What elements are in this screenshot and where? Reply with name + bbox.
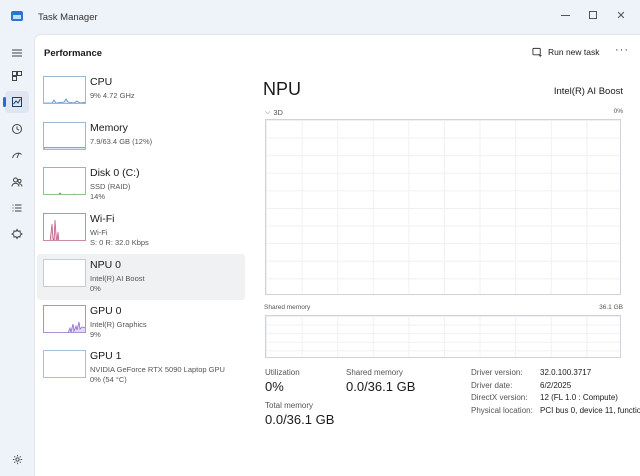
resource-name: GPU 0: [90, 305, 122, 317]
resource-wifi[interactable]: Wi-Fi Wi-Fi S: 0 R: 32.0 Kbps: [37, 208, 245, 254]
resource-name: NPU 0: [90, 259, 121, 271]
total-memory-label: Total memory: [265, 401, 314, 410]
cpu-thumbnail-graph: [43, 76, 86, 104]
wifi-thumbnail-graph: [43, 213, 86, 241]
resource-disk[interactable]: Disk 0 (C:) SSD (RAID) 14%: [37, 162, 245, 208]
hamburger-menu-icon: [12, 49, 22, 57]
app-history-icon: [12, 124, 22, 134]
startup-apps-icon: [12, 152, 22, 159]
resource-name: CPU: [90, 76, 113, 88]
engine-selector[interactable]: ⌵ 3D: [265, 108, 283, 117]
resource-detail: Intel(R) AI Boost: [90, 274, 145, 283]
resource-npu[interactable]: NPU 0 Intel(R) AI Boost 0%: [37, 254, 245, 300]
driver-version-value: 32.0.100.3717: [540, 368, 592, 377]
directx-version-value: 12 (FL 1.0 : Compute): [540, 393, 618, 402]
maximize-icon: [589, 11, 597, 19]
minimize-icon: [560, 14, 570, 16]
resource-name: Wi-Fi: [90, 213, 115, 225]
shared-memory-value: 0.0/36.1 GB: [346, 379, 416, 394]
panel-header: Performance Run new task ···: [35, 35, 640, 69]
utilization-value: 0%: [265, 379, 284, 394]
more-options-button[interactable]: ···: [615, 44, 629, 56]
minimize-button[interactable]: [550, 3, 580, 27]
physical-location-value: PCI bus 0, device 11, function 0: [540, 406, 640, 415]
resource-name: GPU 1: [90, 350, 122, 362]
nav-performance[interactable]: [3, 91, 29, 113]
resource-cpu[interactable]: CPU 9% 4.72 GHz: [37, 71, 245, 117]
graph-max-label: 0%: [613, 108, 623, 115]
utilization-label: Utilization: [265, 368, 300, 377]
shared-memory-label: Shared memory: [346, 368, 403, 377]
resource-gpu-1[interactable]: GPU 1 NVIDIA GeForce RTX 5090 Laptop GPU…: [37, 345, 245, 391]
resource-detail: 7.9/63.4 GB (12%): [90, 137, 153, 146]
nav-settings[interactable]: [5, 449, 29, 469]
resource-usage: 0% (54 °C): [90, 375, 127, 384]
details-icon: [12, 204, 22, 212]
performance-icon: [12, 97, 22, 107]
memory-thumbnail-graph: [43, 122, 86, 150]
total-memory-value: 0.0/36.1 GB: [265, 412, 335, 427]
directx-version-key: DirectX version:: [471, 393, 528, 402]
detail-model: Intel(R) AI Boost: [553, 86, 623, 97]
processes-icon: [12, 71, 22, 81]
driver-date-value: 6/2/2025: [540, 381, 572, 390]
resource-list: CPU 9% 4.72 GHz Memory 7.9/63.4 GB (12%)…: [35, 71, 247, 384]
detail-title: NPU: [263, 79, 302, 99]
resource-gpu-0[interactable]: GPU 0 Intel(R) Graphics 9%: [37, 300, 245, 346]
page-title: Performance: [44, 48, 103, 59]
resource-name: Disk 0 (C:): [90, 167, 140, 179]
close-icon: ✕: [616, 9, 626, 22]
npu-thumbnail-graph: [43, 259, 86, 287]
navigation-rail: [0, 34, 34, 476]
task-manager-icon: [11, 11, 23, 21]
window-title: Task Manager: [38, 12, 98, 23]
resource-memory[interactable]: Memory 7.9/63.4 GB (12%): [37, 117, 245, 163]
resource-detail: 9% 4.72 GHz: [90, 91, 135, 100]
resource-name: Memory: [90, 122, 128, 134]
disk-thumbnail-graph: [43, 167, 86, 195]
shared-memory-graph: [265, 315, 621, 358]
close-button[interactable]: ✕: [606, 3, 636, 27]
resource-usage: 14%: [90, 192, 106, 201]
resource-usage: 9%: [90, 330, 101, 339]
driver-version-key: Driver version:: [471, 368, 523, 377]
maximize-button[interactable]: [578, 3, 608, 27]
services-icon: [11, 228, 23, 240]
utilization-graph: [265, 119, 621, 295]
gear-icon: [12, 454, 22, 464]
performance-panel: Performance Run new task ··· CPU 9% 4.72…: [34, 34, 640, 476]
shared-memory-graph-max: 36.1 GB: [599, 304, 623, 311]
gpu1-thumbnail-graph: [43, 350, 86, 378]
resource-detail: SSD (RAID): [90, 182, 131, 191]
resource-detail: Wi-Fi: [90, 228, 108, 237]
gpu0-thumbnail-graph: [43, 305, 86, 333]
users-icon: [11, 177, 23, 187]
engine-label: 3D: [273, 108, 283, 117]
npu-detail-pane: NPU Intel(R) AI Boost ⌵ 3D 0% Shared mem…: [261, 71, 640, 471]
nav-details[interactable]: [5, 197, 29, 219]
hamburger-menu-button[interactable]: [5, 42, 29, 64]
run-new-task-label: Run new task: [548, 47, 600, 57]
driver-date-key: Driver date:: [471, 381, 513, 390]
chevron-down-icon: ⌵: [265, 108, 271, 116]
run-new-task-button[interactable]: Run new task: [532, 45, 600, 59]
resource-detail: Intel(R) Graphics: [90, 320, 147, 329]
nav-app-history[interactable]: [5, 118, 29, 140]
resource-usage: S: 0 R: 32.0 Kbps: [90, 238, 149, 247]
resource-detail: NVIDIA GeForce RTX 5090 Laptop GPU: [90, 365, 225, 374]
nav-services[interactable]: [5, 223, 29, 245]
shared-memory-graph-label: Shared memory: [264, 304, 311, 311]
resource-usage: 0%: [90, 284, 101, 293]
nav-users[interactable]: [5, 171, 29, 193]
title-bar: Task Manager ✕: [0, 0, 640, 34]
physical-location-key: Physical location:: [471, 406, 533, 415]
nav-startup-apps[interactable]: [5, 144, 29, 166]
run-task-icon: [532, 47, 543, 58]
nav-processes[interactable]: [5, 65, 29, 87]
